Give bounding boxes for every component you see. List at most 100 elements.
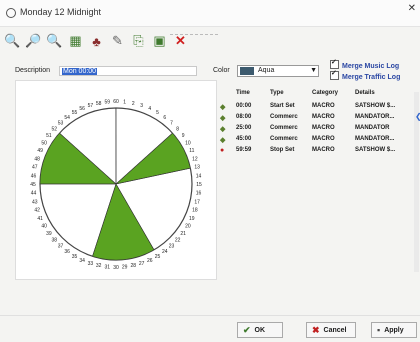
- apply-button[interactable]: ▪ Apply: [371, 322, 417, 338]
- checkbox-icon: [330, 58, 339, 69]
- description-value: Mon 00:00: [62, 68, 98, 75]
- ok-button[interactable]: ✔ OK: [237, 322, 283, 338]
- minute-label: 4: [148, 106, 151, 112]
- description-label: Description: [15, 67, 51, 74]
- delete-icon[interactable]: ✕: [172, 33, 189, 50]
- minute-label: 1: [123, 100, 126, 106]
- minute-label: 28: [131, 263, 137, 269]
- color-select[interactable]: Aqua ▼: [237, 65, 319, 77]
- merge-music-checkbox[interactable]: Merge Music Log: [330, 58, 400, 70]
- minute-label: 19: [189, 216, 195, 222]
- table-cell-details: MANDATOR: [355, 125, 390, 131]
- description-field[interactable]: Mon 00:00: [59, 66, 197, 76]
- clock-panel: 1 2 3 4 5 6 7 8 9 10 11 12 13 14 15 16 17 18 19 20 21 22 23 24 2…: [15, 80, 217, 280]
- minute-label: 39: [46, 231, 52, 237]
- minute-label: 3: [140, 103, 143, 109]
- minute-label: 37: [58, 244, 64, 250]
- minute-label: 59: [105, 100, 111, 106]
- minute-label: 33: [88, 261, 94, 267]
- cross-icon: ✖: [312, 324, 320, 335]
- edit-icon[interactable]: ✎: [109, 33, 126, 50]
- minute-label: 48: [34, 156, 40, 162]
- table-cell-time: 08:00: [236, 114, 252, 120]
- table-cell-type: Commerc: [270, 114, 298, 120]
- title-bar: Monday 12 Midnight ✕: [0, 0, 420, 27]
- event-icon: ●: [220, 147, 225, 154]
- close-button[interactable]: ✕: [408, 3, 416, 14]
- grid-icon[interactable]: ▦: [67, 33, 84, 50]
- event-icon: ◆: [220, 126, 226, 133]
- minute-label: 55: [72, 110, 78, 116]
- minute-label: 15: [196, 182, 202, 188]
- export-icon[interactable]: ⎘: [130, 33, 147, 50]
- minute-label: 36: [64, 249, 70, 255]
- toolbar: 🔍 🔎 🔍 ▦ ♣ ✎ ⎘ ▣ ✕: [4, 30, 189, 52]
- cancel-button[interactable]: ✖ Cancel: [306, 322, 356, 338]
- table-cell-time: 25:00: [236, 125, 252, 131]
- table-cell-type: Commerc: [270, 136, 298, 142]
- table-cell-category: MACRO: [312, 136, 335, 142]
- minute-label: 17: [194, 199, 200, 205]
- toolbar-divider: [170, 34, 218, 35]
- minute-label: 26: [147, 258, 153, 264]
- minute-label: 32: [96, 263, 102, 269]
- minute-label: 41: [37, 216, 43, 222]
- minute-label: 49: [37, 148, 43, 154]
- merge-music-label: Merge Music Log: [342, 63, 400, 70]
- save-icon: ▪: [377, 325, 381, 335]
- color-label: Color: [213, 67, 230, 74]
- minute-label: 7: [170, 120, 173, 126]
- minute-label: 42: [34, 208, 40, 214]
- ok-label: OK: [254, 326, 266, 334]
- minute-label: 29: [122, 265, 128, 271]
- color-value: Aqua: [258, 67, 275, 74]
- minute-label: 58: [96, 101, 102, 107]
- col-header-details[interactable]: Details: [355, 90, 375, 96]
- minute-label: 16: [196, 191, 202, 197]
- minute-label: 52: [52, 127, 58, 133]
- table-cell-category: MACRO: [312, 125, 335, 131]
- scroll-up-icon[interactable]: ❮: [415, 112, 420, 121]
- col-header-time[interactable]: Time: [236, 90, 250, 96]
- minute-label: 25: [155, 254, 161, 260]
- minute-label: 12: [192, 156, 198, 162]
- merge-traffic-checkbox[interactable]: Merge Traffic Log: [330, 69, 400, 81]
- stamp-icon[interactable]: ♣: [88, 33, 105, 50]
- minute-label: 38: [52, 238, 58, 244]
- table-cell-category: MACRO: [312, 147, 335, 153]
- minute-label: 9: [182, 133, 185, 139]
- event-icon: ◆: [220, 104, 226, 111]
- table-cell-time: 00:00: [236, 103, 252, 109]
- minute-label: 51: [46, 133, 52, 139]
- window-title: Monday 12 Midnight: [20, 7, 102, 17]
- checkbox-icon: [330, 69, 339, 80]
- zoom-in-icon[interactable]: 🔍: [4, 33, 21, 50]
- color-swatch: [240, 67, 254, 75]
- zoom-reset-icon[interactable]: 🔍: [46, 33, 63, 50]
- minute-label: 50: [41, 141, 47, 147]
- minute-label: 22: [175, 238, 181, 244]
- minute-label: 27: [139, 261, 145, 267]
- minute-label: 10: [185, 141, 191, 147]
- col-header-category[interactable]: Category: [312, 90, 338, 96]
- minute-label: 11: [189, 148, 194, 154]
- minute-label: 30: [113, 265, 119, 271]
- minute-label: 47: [32, 165, 38, 171]
- table-cell-type: Stop Set: [270, 147, 295, 153]
- zoom-out-icon[interactable]: 🔎: [25, 33, 42, 50]
- minute-label: 8: [176, 127, 179, 133]
- table-cell-category: MACRO: [312, 114, 335, 120]
- minute-label: 18: [192, 208, 198, 214]
- table-cell-time: 59:59: [236, 147, 252, 153]
- table-cell-time: 45:00: [236, 136, 252, 142]
- page-icon[interactable]: ▣: [151, 33, 168, 50]
- minute-label: 20: [185, 224, 191, 230]
- clock-chart[interactable]: 1 2 34567891011121314151617181920212223242…: [16, 81, 216, 279]
- minute-label: 53: [58, 120, 64, 126]
- event-icon: ◆: [220, 115, 226, 122]
- check-icon: ✔: [243, 324, 251, 335]
- col-header-type[interactable]: Type: [270, 90, 284, 96]
- minute-label: 35: [72, 254, 78, 260]
- minute-label: 31: [105, 265, 111, 271]
- minute-label: 2: [132, 101, 135, 107]
